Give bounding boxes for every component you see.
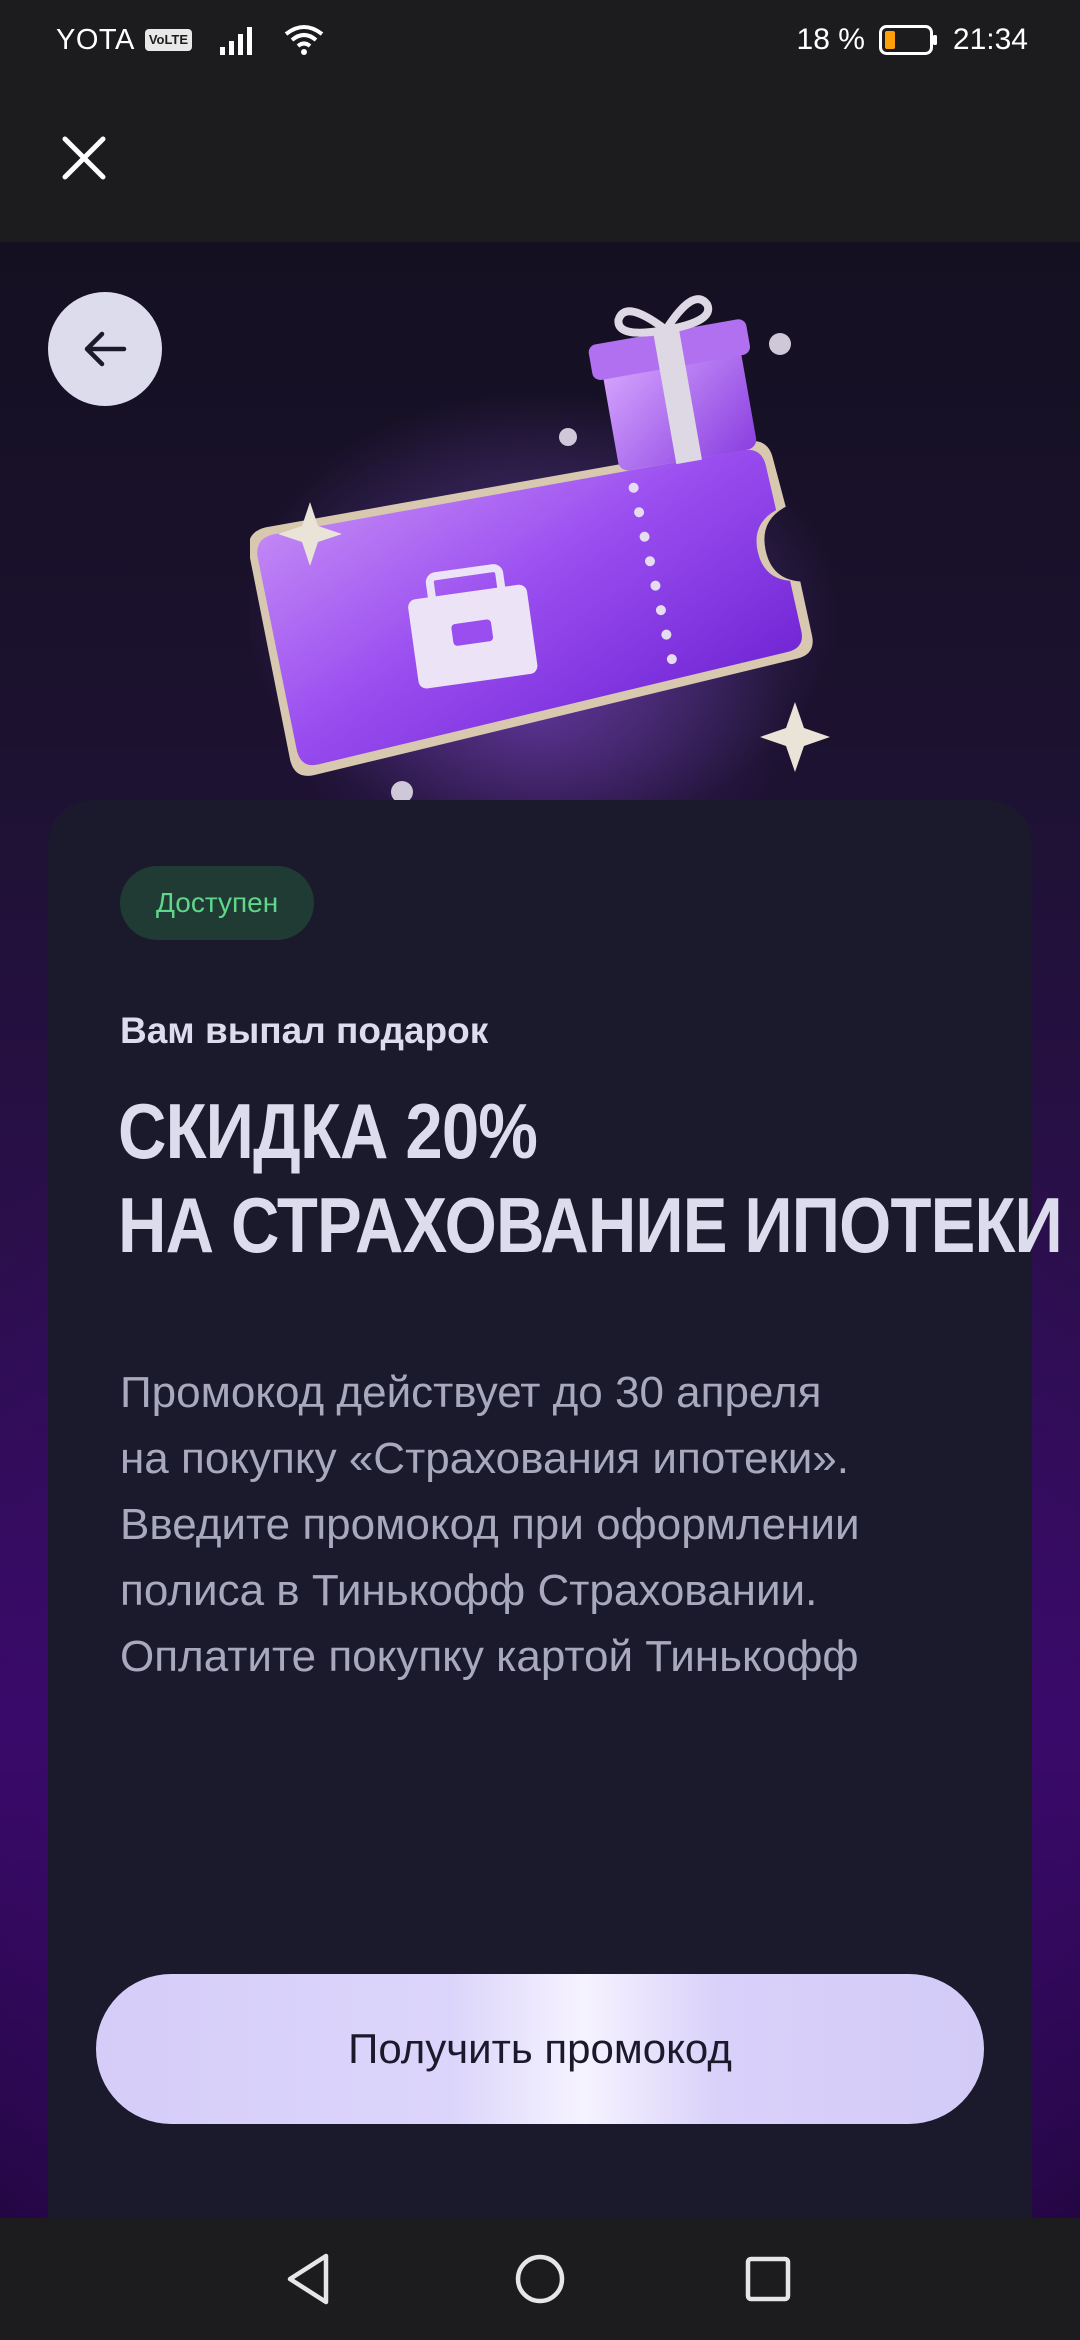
headline-line-1: СКИДКА 20% xyxy=(118,1087,538,1175)
description-line-2: на покупку «Страхования ипотеки». xyxy=(120,1434,849,1483)
close-icon xyxy=(62,136,106,180)
wifi-icon xyxy=(284,24,324,56)
nav-home-button[interactable] xyxy=(505,2244,575,2314)
clock: 21:34 xyxy=(952,23,1028,56)
close-button[interactable] xyxy=(54,128,114,188)
battery-percent: 18 % xyxy=(796,23,865,56)
nav-back-button[interactable] xyxy=(274,2244,344,2314)
gift-card: Доступен Вам выпал подарок СКИДКА 20% НА… xyxy=(48,800,1063,2300)
volte-badge: VoLTE xyxy=(144,29,193,51)
nav-back-icon xyxy=(287,2253,329,2305)
hero-section: Доступен Вам выпал подарок СКИДКА 20% НА… xyxy=(0,242,1080,2300)
nav-recents-icon xyxy=(745,2256,791,2302)
back-button[interactable] xyxy=(48,292,162,406)
promo-description: Промокод действует до 30 апреля на покуп… xyxy=(120,1360,1000,1690)
description-line-5: Оплатите покупку картой Тинькофф xyxy=(120,1632,859,1681)
description-line-1: Промокод действует до 30 апреля xyxy=(120,1368,822,1417)
get-promocode-button[interactable]: Получить промокод xyxy=(96,1974,984,2124)
status-right: 18 % 21:34 xyxy=(797,20,1028,60)
headline-line-2: НА СТРАХОВАНИЕ ИПОТЕКИ xyxy=(118,1181,1063,1269)
carrier-name: YOTA xyxy=(56,23,135,56)
arrow-left-icon xyxy=(84,331,127,367)
gift-headline: СКИДКА 20% НА СТРАХОВАНИЕ ИПОТЕКИ xyxy=(118,1084,1063,1272)
cell-signal-icon xyxy=(220,25,256,55)
system-nav-bar xyxy=(0,2218,1080,2340)
status-left: YOTA VoLTE xyxy=(56,20,324,60)
description-line-3: Введите промокод при оформлении xyxy=(120,1500,860,1549)
nav-home-icon xyxy=(515,2254,565,2304)
gift-subtitle: Вам выпал подарок xyxy=(120,1010,489,1051)
status-bar: YOTA VoLTE 18 % 21:34 xyxy=(0,0,1080,78)
nav-recents-button[interactable] xyxy=(733,2244,803,2314)
app-header xyxy=(0,78,1080,242)
description-line-4: полиса в Тинькофф Страховании. xyxy=(120,1566,818,1615)
battery-icon xyxy=(878,24,939,56)
status-badge: Доступен xyxy=(120,866,315,940)
